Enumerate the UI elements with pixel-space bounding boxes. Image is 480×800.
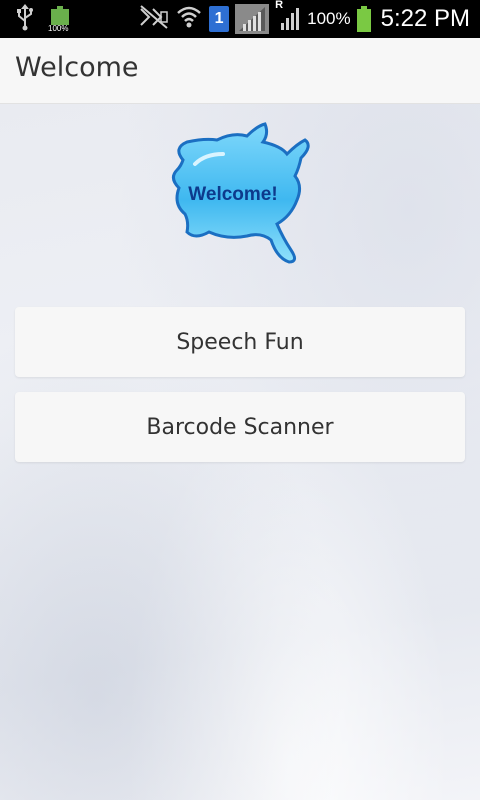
sim-label: 1 xyxy=(214,10,224,27)
speech-fun-label: Speech Fun xyxy=(176,329,304,355)
battery-small-label: 100% xyxy=(48,24,69,33)
barcode-scanner-label: Barcode Scanner xyxy=(146,414,334,440)
speech-fun-button[interactable]: Speech Fun xyxy=(15,307,465,377)
wifi-icon xyxy=(175,3,203,35)
page-title: Welcome xyxy=(15,52,139,83)
roaming-label: R xyxy=(275,0,284,11)
logo-text: Welcome! xyxy=(188,184,277,205)
action-bar: Welcome xyxy=(0,38,480,104)
status-bar-left: 100% xyxy=(14,4,70,34)
status-bar-right: 1 R 100% 5:22 PM xyxy=(139,0,470,35)
status-bar: 100% 1 R 100% 5:22 PM xyxy=(0,0,480,38)
welcome-logo: Welcome! xyxy=(165,120,315,268)
battery-icon xyxy=(356,6,371,32)
usb-icon xyxy=(14,3,36,35)
signal-icon: R xyxy=(275,0,301,35)
barcode-scanner-button[interactable]: Barcode Scanner xyxy=(15,392,465,462)
signal-icon xyxy=(235,4,270,34)
battery-icon: 100% xyxy=(48,6,70,33)
sim-icon: 1 xyxy=(209,6,230,32)
mute-icon xyxy=(139,4,169,34)
clock: 5:22 PM xyxy=(380,5,470,32)
battery-percent: 100% xyxy=(307,9,351,28)
